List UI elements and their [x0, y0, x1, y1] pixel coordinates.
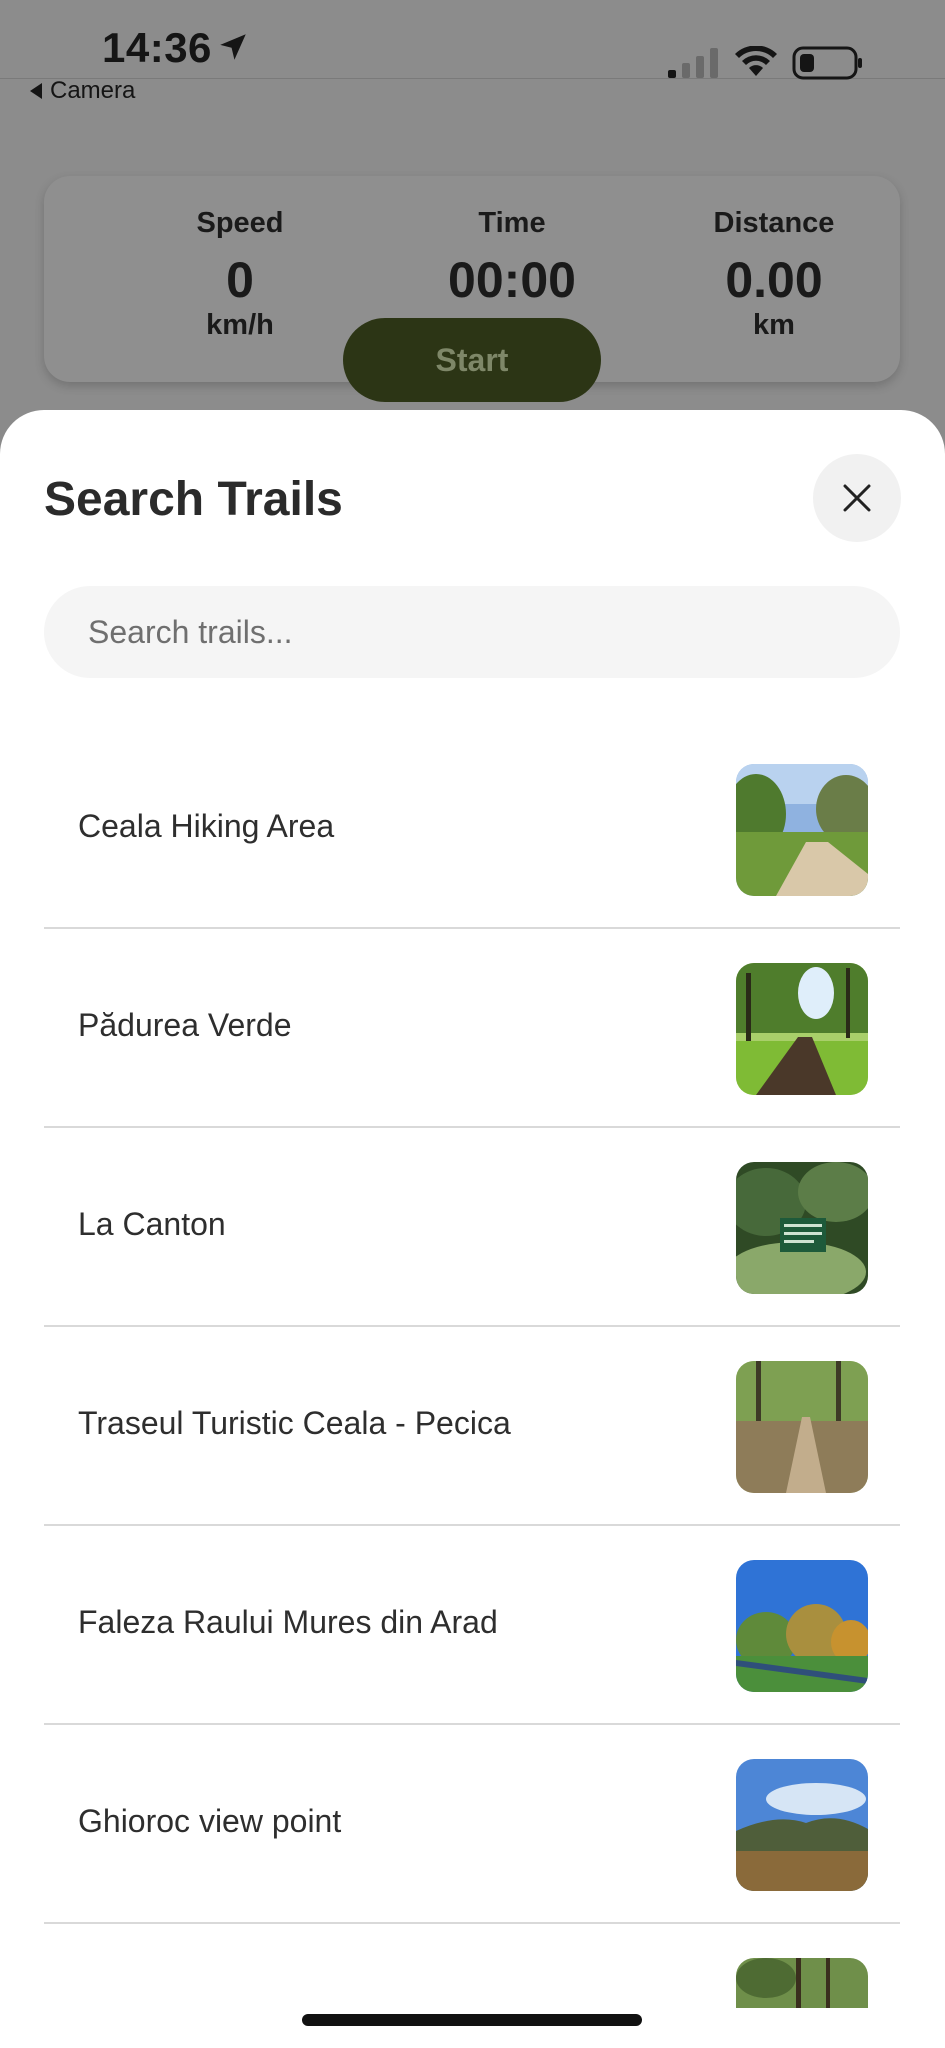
trail-thumbnail [736, 1560, 868, 1692]
trail-thumbnail [736, 1162, 868, 1294]
speed-unit: km/h [206, 309, 274, 341]
sheet-title: Search Trails [44, 473, 343, 526]
time-stat: Time 00:00 [392, 206, 632, 308]
trail-list-item[interactable]: Pădurea Verde [44, 929, 900, 1128]
trail-list: Ceala Hiking Area Pădurea Verde La Canto… [44, 730, 900, 2048]
speed-stat: Speed 0 km/h [120, 206, 360, 342]
trail-name: Pădurea Verde [78, 1007, 292, 1043]
trail-list-item[interactable]: Traseul Turistic Ceala - Pecica [44, 1327, 900, 1526]
distance-unit: km [753, 309, 795, 341]
trail-name: Traseul Turistic Ceala - Pecica [78, 1405, 511, 1441]
battery-icon [792, 46, 862, 80]
speed-label: Speed [196, 207, 284, 239]
wifi-icon [735, 46, 777, 76]
trail-thumbnail [736, 963, 868, 1095]
search-trails-sheet: Search Trails Ceala Hiking Area Pădurea … [0, 410, 945, 2048]
trail-thumbnail [736, 1759, 868, 1891]
cellular-signal-icon [668, 48, 718, 78]
distance-value: 0.00 [725, 252, 823, 308]
distance-stat: Distance 0.00 km [654, 206, 894, 342]
woodland-trail-photo [736, 1361, 868, 1493]
trail-list-item[interactable]: La Canton [44, 1128, 900, 1327]
trail-thumbnail [736, 1958, 868, 2008]
status-bar: 14:36 [0, 0, 945, 80]
hills-view-photo [736, 1759, 868, 1891]
trail-name: Ceala Hiking Area [78, 808, 335, 844]
trail-thumbnail [736, 1361, 868, 1493]
close-button[interactable] [813, 454, 901, 542]
trees-photo [736, 1958, 868, 2008]
location-arrow-icon [220, 34, 246, 60]
search-input[interactable] [44, 586, 900, 678]
forest-sign-photo [736, 1162, 868, 1294]
speed-value: 0 [226, 252, 254, 308]
forest-path-photo [736, 963, 868, 1095]
time-value: 00:00 [448, 252, 576, 308]
time-label: Time [478, 207, 546, 239]
trail-name: Ghioroc view point [78, 1803, 342, 1839]
dirt-road-photo [736, 764, 868, 896]
start-button[interactable]: Start [343, 318, 601, 402]
trail-thumbnail [736, 764, 868, 896]
background-app: 14:36 Camera Speed 0 km/h Time 00:00 Dis… [0, 0, 945, 420]
trail-name: Faleza Raului Mures din Arad [78, 1604, 498, 1640]
trail-list-item[interactable]: Ceala Hiking Area [44, 730, 900, 929]
trail-list-item[interactable] [44, 1924, 900, 2048]
back-link-label: Camera [50, 77, 136, 104]
home-indicator [302, 2014, 642, 2026]
status-time: 14:36 [102, 24, 212, 71]
trail-list-item[interactable]: Faleza Raului Mures din Arad [44, 1526, 900, 1725]
back-to-camera-link[interactable]: Camera [28, 76, 135, 106]
trail-name: La Canton [78, 1206, 226, 1242]
riverbank-photo [736, 1560, 868, 1692]
close-icon [843, 484, 871, 512]
trail-list-item[interactable]: Ghioroc view point [44, 1725, 900, 1924]
back-triangle-icon [30, 83, 42, 99]
distance-label: Distance [713, 207, 835, 239]
